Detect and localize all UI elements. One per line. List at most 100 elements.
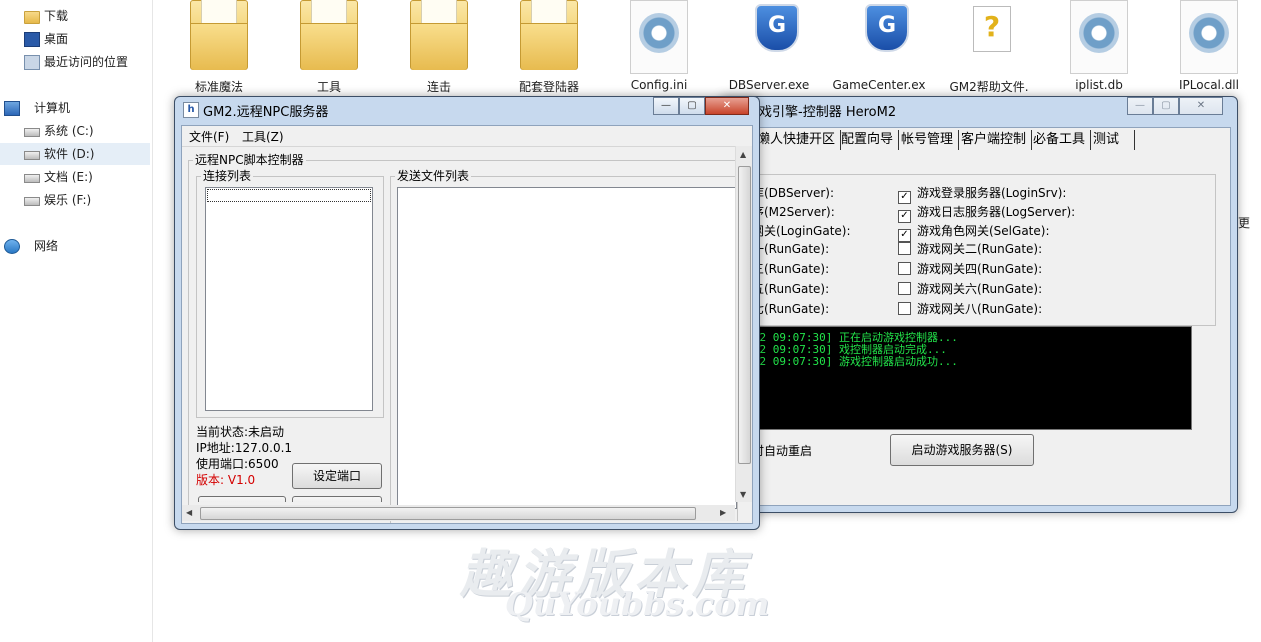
window-title: GM2.远程NPC服务器 bbox=[203, 105, 329, 120]
nav-item-drive-d[interactable]: 软件 (D:) bbox=[0, 143, 150, 165]
app-icon: h bbox=[183, 102, 199, 118]
desktop-icon bbox=[24, 32, 40, 47]
titlebar[interactable]: 戏引擎-控制器 HeroM2 — ▢ ✕ bbox=[721, 97, 1237, 121]
file-label: 工具 bbox=[316, 80, 341, 94]
send-files-group: 发送文件列表 bbox=[390, 169, 737, 523]
gm2-window[interactable]: h GM2.远程NPC服务器 — ▢ ✕ 文件(F) 工具(Z) 远程NPC脚本… bbox=[174, 96, 760, 530]
nav-item-drive-f[interactable]: 娱乐 (F:) bbox=[0, 189, 150, 211]
clipped-buttons bbox=[196, 496, 384, 502]
check-label: 游戏网关二(RunGate): bbox=[917, 242, 1043, 256]
tab-client-control[interactable]: 客户端控制 bbox=[958, 130, 1033, 150]
file-item[interactable]: Config.ini bbox=[609, 0, 709, 96]
checkbox-logserver[interactable]: ✓ 游戏日志服务器(LogServer): bbox=[898, 203, 1075, 223]
controller-window[interactable]: 戏引擎-控制器 HeroM2 — ▢ ✕ 制 懒人快捷开区 配置向导 帐号管理 … bbox=[720, 96, 1238, 513]
file-item[interactable]: 连击 bbox=[389, 0, 489, 96]
shield-icon: G bbox=[865, 4, 909, 52]
scroll-down-icon[interactable]: ▼ bbox=[740, 490, 746, 499]
tab-row: 制 懒人快捷开区 配置向导 帐号管理 客户端控制 必备工具 测试 bbox=[728, 128, 1230, 150]
gear-icon bbox=[1079, 13, 1119, 53]
file-label: IPLocal.dll bbox=[1179, 78, 1239, 92]
file-item[interactable]: ? GM2帮助文件. bbox=[939, 0, 1039, 96]
gear-icon bbox=[639, 13, 679, 53]
drive-icon bbox=[24, 128, 40, 137]
nav-label: 网络 bbox=[34, 239, 59, 253]
nav-item-recent[interactable]: 最近访问的位置 bbox=[0, 51, 150, 73]
help-icon: ? bbox=[973, 6, 1011, 52]
help-file-icon: ? bbox=[961, 0, 1017, 72]
nav-label: 最近访问的位置 bbox=[44, 55, 129, 69]
checkbox-unchecked-icon[interactable] bbox=[898, 302, 911, 315]
file-item[interactable]: 标准魔法 bbox=[169, 0, 269, 96]
connection-list[interactable] bbox=[205, 187, 373, 411]
file-item[interactable]: 工具 bbox=[279, 0, 379, 96]
menu-bar: 文件(F) 工具(Z) bbox=[182, 126, 752, 147]
file-item[interactable]: G GameCenter.ex bbox=[829, 0, 929, 96]
checkbox-loginsrv[interactable]: ✓ 游戏登录服务器(LoginSrv): bbox=[898, 184, 1066, 204]
horizontal-scrollbar[interactable]: ◀ ▶ bbox=[182, 505, 735, 521]
checkbox-unchecked-icon[interactable] bbox=[898, 282, 911, 295]
tab-test[interactable]: 测试 bbox=[1090, 130, 1135, 150]
gear-icon bbox=[1189, 13, 1229, 53]
file-label: GameCenter.ex bbox=[832, 78, 926, 92]
tab-config-wizard[interactable]: 配置向导 bbox=[838, 130, 900, 150]
maximize-button[interactable]: ▢ bbox=[679, 97, 705, 115]
scrollbar-thumb[interactable] bbox=[738, 166, 751, 464]
close-button[interactable]: ✕ bbox=[705, 97, 749, 115]
minimize-button[interactable]: — bbox=[1127, 97, 1153, 115]
vertical-scrollbar[interactable]: ▲ ▼ bbox=[735, 146, 752, 502]
file-item[interactable]: G DBServer.exe bbox=[719, 0, 819, 96]
file-label: 标准魔法 bbox=[194, 80, 243, 94]
checkbox-rungate-8[interactable]: 游戏网关八(RunGate): bbox=[898, 300, 1042, 318]
checkbox-rungate-4[interactable]: 游戏网关四(RunGate): bbox=[898, 260, 1042, 278]
navigation-pane: 下载 桌面 最近访问的位置 计算机 系统 (C:) 软件 (D:) 文档 (E:… bbox=[0, 0, 153, 642]
menu-file[interactable]: 文件(F) bbox=[189, 128, 229, 145]
scrollbar-thumb[interactable] bbox=[200, 507, 696, 520]
checkbox-rungate-6[interactable]: 游戏网关六(RunGate): bbox=[898, 280, 1042, 298]
checkbox-unchecked-icon[interactable] bbox=[898, 242, 911, 255]
shield-icon: G bbox=[755, 4, 799, 52]
maximize-button[interactable]: ▢ bbox=[1153, 97, 1179, 115]
folder-icon bbox=[300, 0, 358, 70]
nav-item-downloads[interactable]: 下载 bbox=[0, 5, 150, 27]
nav-label: 系统 (C:) bbox=[44, 124, 94, 138]
minimize-button[interactable]: — bbox=[653, 97, 679, 115]
nav-item-desktop[interactable]: 桌面 bbox=[0, 28, 150, 50]
nav-label: 软件 (D:) bbox=[44, 147, 95, 161]
checkbox-rungate-2[interactable]: 游戏网关二(RunGate): bbox=[898, 240, 1042, 258]
file-item[interactable]: iplist.db bbox=[1049, 0, 1149, 96]
list-focus-row bbox=[207, 189, 371, 202]
file-item[interactable]: 配套登陆器 bbox=[499, 0, 599, 96]
computer-icon bbox=[4, 101, 20, 116]
start-game-server-button[interactable]: 启动游戏服务器(S) bbox=[890, 434, 1034, 466]
nav-item-drive-e[interactable]: 文档 (E:) bbox=[0, 166, 150, 188]
nav-label: 下载 bbox=[44, 9, 69, 23]
close-button[interactable]: ✕ bbox=[1179, 97, 1223, 115]
checkbox-unchecked-icon[interactable] bbox=[898, 262, 911, 275]
shield-app-icon: G bbox=[741, 0, 799, 72]
nav-item-network[interactable]: 网络 bbox=[0, 235, 150, 257]
file-item[interactable]: IPLocal.dll bbox=[1159, 0, 1259, 96]
tab-accounts[interactable]: 帐号管理 bbox=[898, 130, 960, 150]
tab-quick-open[interactable]: 懒人快捷开区 bbox=[754, 130, 842, 150]
file-label-partial: 更 bbox=[1238, 216, 1251, 230]
scroll-up-icon[interactable]: ▲ bbox=[740, 150, 746, 159]
nav-item-drive-c[interactable]: 系统 (C:) bbox=[0, 120, 150, 142]
menu-tools[interactable]: 工具(Z) bbox=[242, 128, 284, 145]
send-file-list[interactable] bbox=[397, 187, 737, 509]
nav-item-computer[interactable]: 计算机 bbox=[0, 97, 150, 119]
window-title: 戏引擎-控制器 HeroM2 bbox=[759, 105, 897, 120]
titlebar[interactable]: h GM2.远程NPC服务器 — ▢ ✕ bbox=[175, 97, 759, 121]
shield-app-icon: G bbox=[851, 0, 909, 72]
log-line: 03/22 09:07:30] 游戏控制器启动成功... bbox=[733, 355, 958, 368]
set-port-button[interactable]: 设定端口 bbox=[292, 463, 382, 489]
scroll-right-icon[interactable]: ▶ bbox=[720, 508, 726, 517]
dll-file-icon bbox=[1180, 0, 1238, 74]
watermark-url: QuYoubbs.com bbox=[505, 585, 770, 623]
scroll-left-icon[interactable]: ◀ bbox=[186, 508, 192, 517]
tab-tools[interactable]: 必备工具 bbox=[1030, 130, 1092, 150]
checkbox-selgate[interactable]: ✓ 游戏角色网关(SelGate): bbox=[898, 222, 1050, 242]
hidden-button-2[interactable] bbox=[292, 496, 382, 502]
check-label: 游戏网关六(RunGate): bbox=[917, 282, 1043, 296]
hidden-button-1[interactable] bbox=[198, 496, 286, 502]
check-label: 游戏角色网关(SelGate): bbox=[917, 224, 1050, 238]
